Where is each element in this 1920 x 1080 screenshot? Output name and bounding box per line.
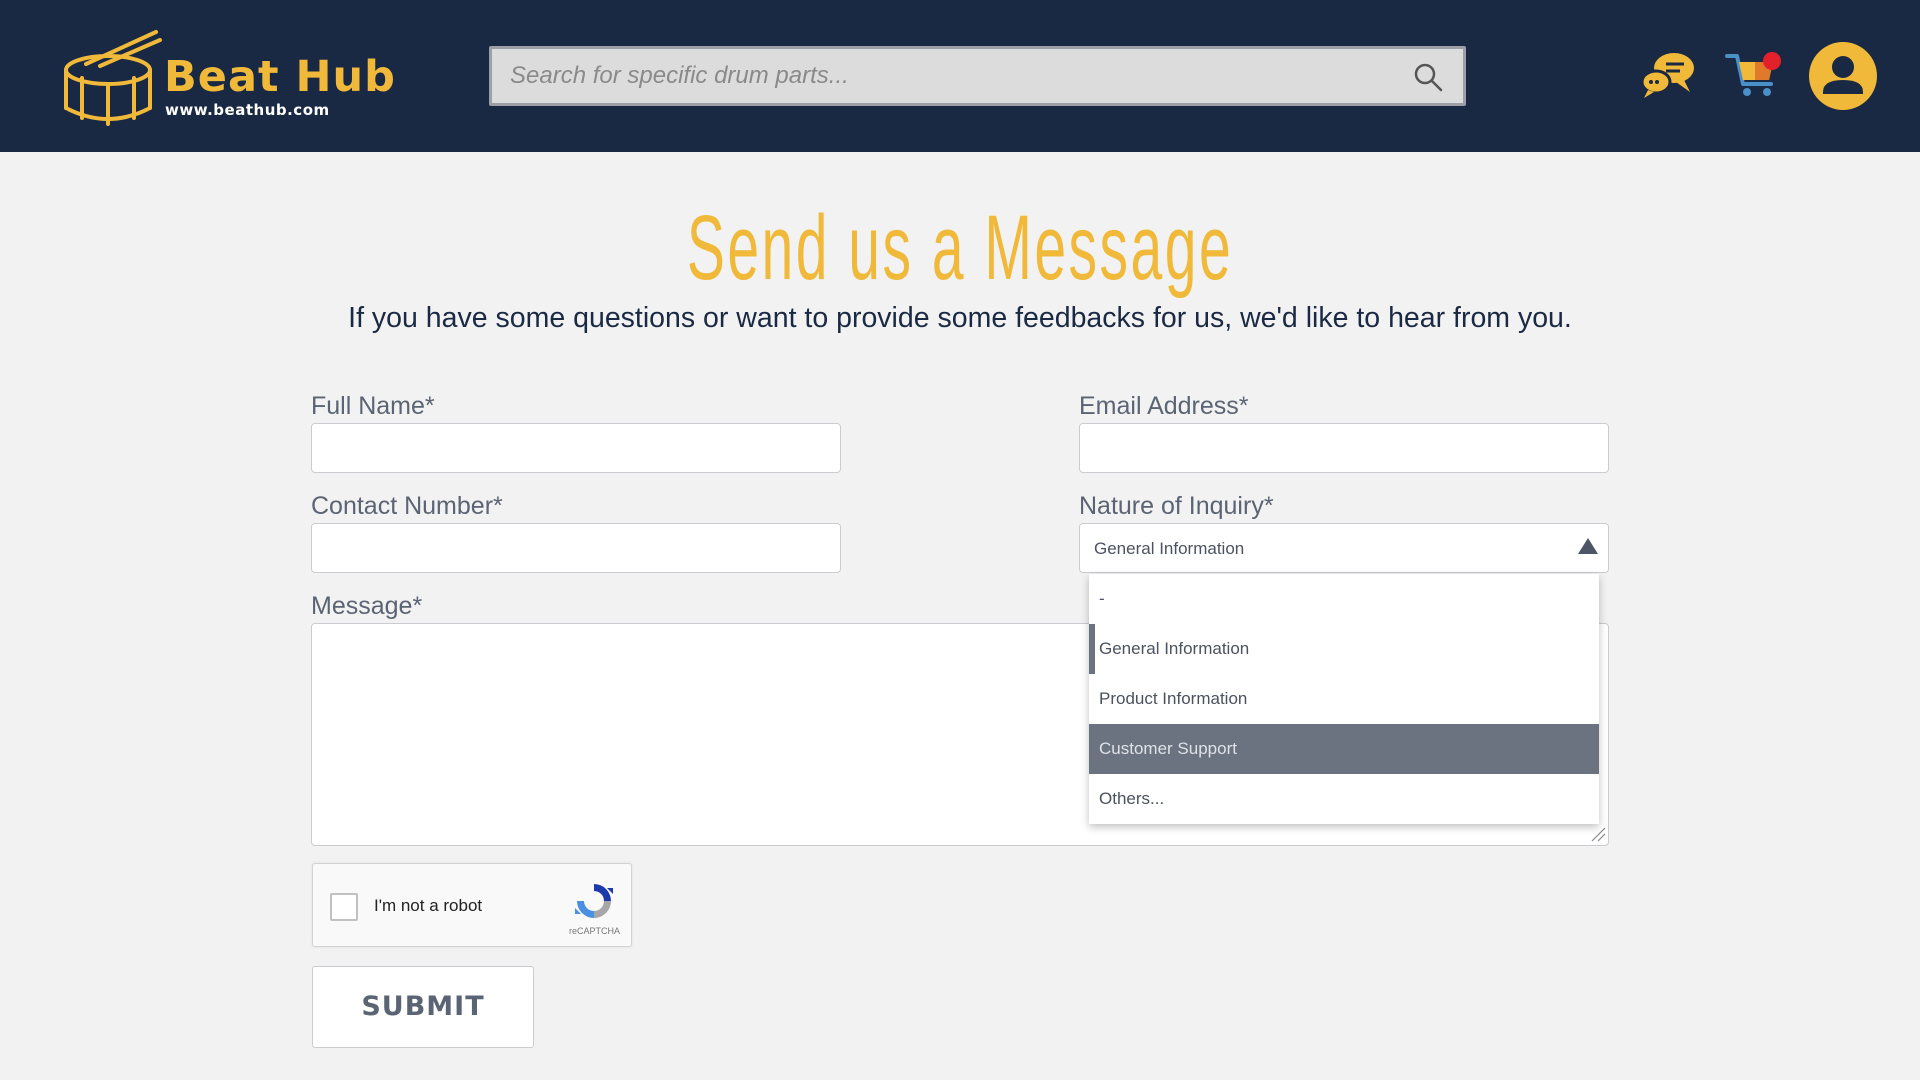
brand-name: Beat Hub	[164, 52, 396, 102]
email-field[interactable]	[1079, 423, 1609, 473]
email-input[interactable]	[1080, 424, 1608, 472]
inquiry-dropdown-list: - General Information Product Informatio…	[1089, 574, 1599, 824]
brand-url: www.beathub.com	[165, 101, 330, 119]
inquiry-selected-value: General Information	[1094, 539, 1245, 558]
submit-button[interactable]: SUBMIT	[312, 966, 534, 1048]
search-input[interactable]	[510, 49, 1390, 103]
page-title: Send us a Message	[686, 197, 1234, 299]
chat-icon[interactable]	[1640, 50, 1696, 100]
inquiry-option[interactable]: -	[1089, 574, 1599, 624]
cart-notification-dot	[1763, 52, 1781, 70]
recaptcha-brand: reCAPTCHA	[569, 926, 621, 936]
search-bar[interactable]	[489, 46, 1466, 106]
recaptcha-logo-icon	[575, 884, 613, 918]
message-label: Message*	[311, 592, 423, 620]
chevron-up-icon	[1578, 538, 1598, 554]
resize-grip-icon[interactable]	[1590, 826, 1606, 842]
inquiry-option[interactable]: Product Information	[1089, 674, 1599, 724]
full-name-label: Full Name*	[311, 392, 435, 420]
contact-number-field[interactable]	[311, 523, 841, 573]
site-header: Beat Hub www.beathub.com	[0, 0, 1920, 152]
user-icon	[1823, 56, 1863, 94]
inquiry-label: Nature of Inquiry*	[1079, 492, 1274, 520]
page-subtitle: If you have some questions or want to pr…	[348, 302, 1572, 334]
inquiry-option-hovered[interactable]: Customer Support	[1089, 724, 1599, 774]
inquiry-select[interactable]: General Information	[1079, 523, 1609, 573]
recaptcha-label: I'm not a robot	[374, 896, 483, 915]
search-icon[interactable]	[1413, 62, 1443, 92]
recaptcha-widget: I'm not a robot reCAPTCHA	[312, 863, 632, 947]
inquiry-option-selected[interactable]: General Information	[1089, 624, 1599, 674]
contact-number-label: Contact Number*	[311, 492, 503, 520]
user-avatar[interactable]	[1809, 42, 1877, 110]
recaptcha-checkbox[interactable]	[330, 893, 358, 921]
full-name-field[interactable]	[311, 423, 841, 473]
contact-number-input[interactable]	[312, 524, 840, 572]
email-label: Email Address*	[1079, 392, 1249, 420]
inquiry-option[interactable]: Others...	[1089, 774, 1599, 824]
drum-logo-icon	[64, 30, 162, 126]
full-name-input[interactable]	[312, 424, 840, 472]
brand-logo[interactable]: Beat Hub www.beathub.com	[60, 26, 395, 130]
